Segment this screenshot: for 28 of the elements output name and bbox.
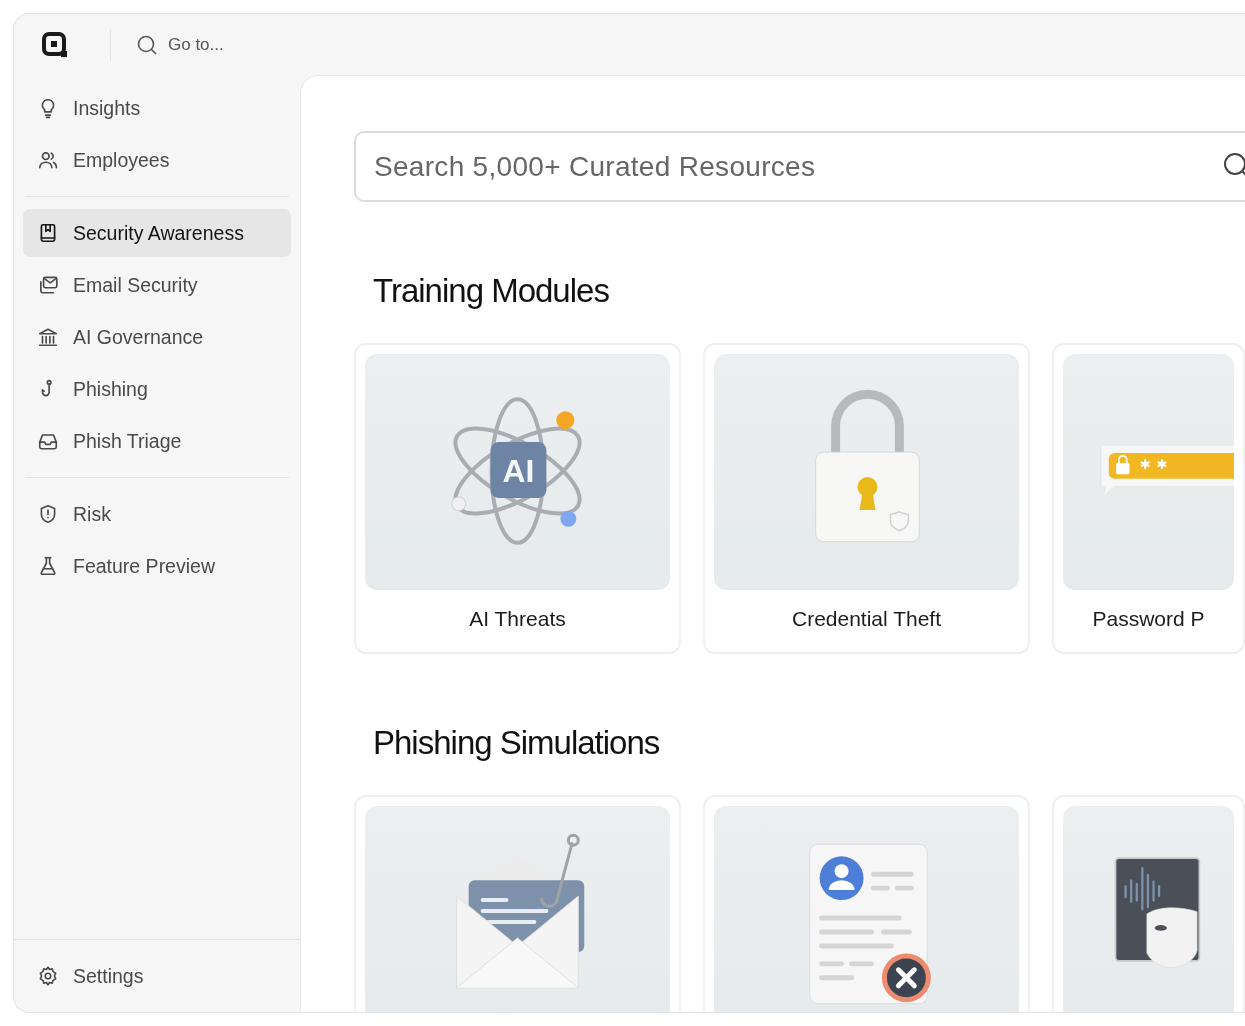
go-to-search[interactable]: Go to...: [136, 34, 224, 56]
module-card[interactable]: AI AI Threats: [354, 343, 681, 654]
sidebar-item[interactable]: Email Security: [23, 261, 291, 309]
sidebar-item[interactable]: Security Awareness: [23, 209, 291, 257]
sidebar-item[interactable]: Settings: [23, 952, 291, 1000]
sidebar-item[interactable]: Phishing: [23, 365, 291, 413]
people-icon: [37, 149, 59, 171]
sidebar-item[interactable]: Insights: [23, 84, 291, 132]
search-icon: [136, 34, 158, 56]
card-title: AI Threats: [469, 606, 566, 632]
search-field[interactable]: Search 5,000+ Curated Resources: [354, 131, 1245, 202]
module-card[interactable]: Credential Theft: [703, 343, 1030, 654]
logo-icon[interactable]: [42, 32, 68, 58]
section-heading: Training Modules: [373, 274, 610, 307]
atom-drawing: AI: [365, 354, 670, 590]
bank-icon: [37, 326, 59, 348]
sidebar-item[interactable]: Employees: [23, 136, 291, 184]
module-card[interactable]: Password P: [1052, 343, 1245, 654]
sidebar-item[interactable]: Phish Triage: [23, 417, 291, 465]
card-title: Credential Theft: [792, 606, 941, 632]
sidebar-item[interactable]: AI Governance: [23, 313, 291, 361]
mail-stack-icon: [37, 274, 59, 296]
card-title: Password P: [1092, 606, 1205, 632]
sidebar-item[interactable]: Risk: [23, 490, 291, 538]
module-card[interactable]: [1052, 795, 1245, 1012]
sidebar-item[interactable]: Feature Preview: [23, 542, 291, 590]
section-heading: Phishing Simulations: [373, 726, 661, 759]
gear-icon: [37, 965, 59, 987]
